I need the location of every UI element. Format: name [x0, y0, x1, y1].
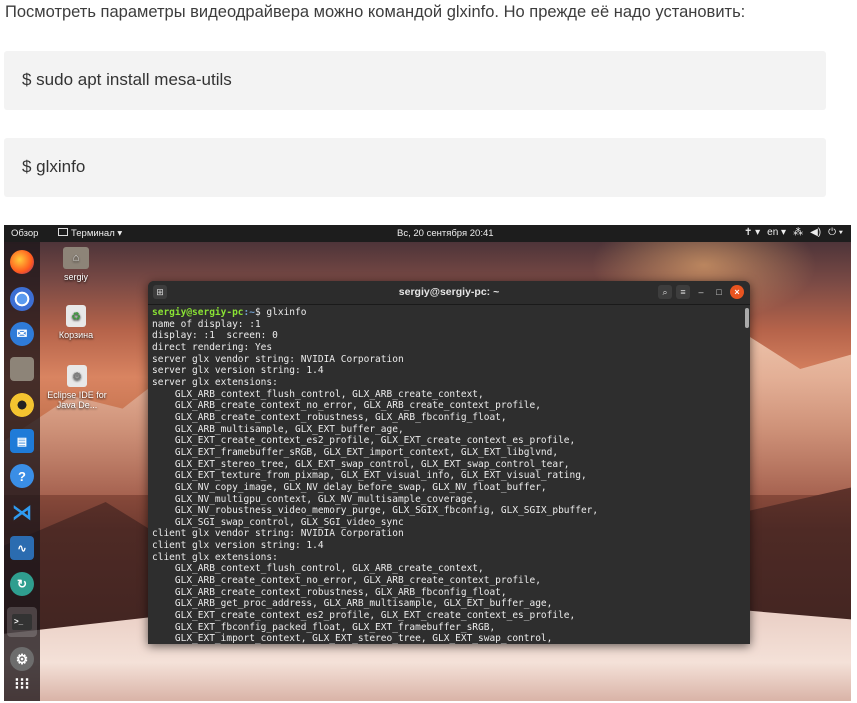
help-icon[interactable]: ?: [10, 464, 34, 488]
terminal-line: GLX_ARB_get_proc_address, GLX_ARB_multis…: [174, 598, 553, 610]
terminal-titlebar[interactable]: ⊞ sergiy@sergiy-pc: ~ ⌕ ≡ – □ ×: [148, 281, 750, 305]
search-icon[interactable]: ⌕: [658, 285, 672, 299]
system-tray: ✝ ▾ en ▾ ⁂ ◀) ⏻ ▾: [744, 227, 843, 238]
activities-button[interactable]: Обзор: [11, 228, 38, 239]
code-install-command: $ sudo apt install mesa-utils: [22, 70, 232, 89]
accessibility-icon[interactable]: ✝ ▾: [744, 227, 760, 238]
terminal-line: GLX_NV_robustness_video_memory_purge, GL…: [174, 505, 599, 517]
desktop-icon-trash[interactable]: ♻ Корзина: [46, 305, 106, 340]
desktop-icon-eclipse-label: Eclipse IDE for Java De...: [47, 390, 107, 410]
terminal-body[interactable]: sergiy@sergiy-pc:~$ glxinfo name of disp…: [148, 305, 744, 644]
firefox-icon[interactable]: [10, 250, 34, 274]
terminal-line: GLX_ARB_context_flush_control, GLX_ARB_c…: [174, 563, 484, 575]
terminal-line: GLX_EXT_texture_from_pixmap, GLX_EXT_vis…: [174, 470, 587, 482]
terminal-line: server glx vendor string: NVIDIA Corpora…: [152, 353, 404, 365]
terminal-line: client glx vendor string: NVIDIA Corpora…: [152, 528, 404, 540]
terminal-scrollbar[interactable]: [744, 305, 750, 644]
terminal-icon-glyph: >_: [12, 614, 32, 630]
terminal-line: GLX_ARB_multisample, GLX_EXT_buffer_age,: [174, 423, 404, 435]
top-panel: Обзор Терминал ▾ Вс, 20 сентября 20:41 ✝…: [4, 225, 851, 242]
libreoffice-writer-icon[interactable]: ▤: [10, 429, 34, 453]
clock[interactable]: Вс, 20 сентября 20:41: [397, 228, 494, 239]
desktop-icon-eclipse[interactable]: ⚙ Eclipse IDE for Java De...: [46, 365, 108, 410]
terminal-line: GLX_EXT_create_context_es2_profile, GLX_…: [174, 435, 576, 447]
dock: ✉ ▤ ? ⋊ ∿ ↻ >_ ⚙ ⁝⁝⁝: [4, 242, 40, 701]
files-icon[interactable]: [10, 357, 34, 381]
prompt-path: :~: [243, 307, 255, 318]
terminal-line: GLX_SGI_swap_control, GLX_SGI_video_sync: [174, 516, 404, 528]
close-icon[interactable]: ×: [730, 285, 744, 299]
volume-icon[interactable]: ◀): [810, 227, 821, 238]
terminal-line: GLX_ARB_create_context_no_error, GLX_ARB…: [174, 575, 541, 587]
prompt-user: sergiy@sergiy-pc: [152, 307, 244, 318]
terminal-line: display: :1 screen: 0: [152, 330, 278, 342]
thunderbird-icon[interactable]: ✉: [10, 322, 34, 346]
terminal-line: GLX_NV_multigpu_context, GLX_NV_multisam…: [174, 493, 479, 505]
terminal-line: GLX_NV_copy_image, GLX_NV_delay_before_s…: [174, 481, 547, 493]
terminal-icon[interactable]: >_: [7, 607, 37, 637]
rhythmbox-icon[interactable]: [10, 393, 34, 417]
desktop-icon-home[interactable]: ⌂ sergiy: [46, 247, 106, 282]
terminal-small-icon: [58, 228, 68, 236]
code-block-glxinfo: $ glxinfo: [4, 138, 826, 197]
terminal-line: direct rendering: Yes: [152, 341, 273, 353]
settings-icon[interactable]: ⚙: [10, 647, 34, 671]
app-menu-label: Терминал ▾: [71, 228, 123, 239]
keyboard-layout-indicator[interactable]: en ▾: [767, 227, 786, 238]
terminal-line: GLX_EXT_stereo_tree, GLX_EXT_swap_contro…: [174, 458, 570, 470]
terminal-line: GLX_EXT_create_context_es2_profile, GLX_…: [174, 610, 576, 622]
network-icon[interactable]: ⁂: [793, 227, 803, 238]
power-icon[interactable]: ⏻ ▾: [828, 227, 843, 238]
code-glxinfo-command: $ glxinfo: [22, 157, 86, 176]
terminal-line: client glx version string: 1.4: [152, 540, 324, 552]
prompt-command: $ glxinfo: [254, 307, 307, 318]
terminal-line: GLX_ARB_create_context_robustness, GLX_A…: [174, 411, 507, 423]
article-intro-text: Посмотреть параметры видеодрайвера можно…: [5, 3, 746, 21]
desktop-icon-home-label: sergiy: [63, 272, 88, 282]
window-controls: ⌕ ≡ – □ ×: [658, 285, 744, 299]
app-menu-button[interactable]: Терминал ▾: [58, 228, 122, 239]
menu-icon[interactable]: ≡: [676, 285, 690, 299]
terminal-output: sergiy@sergiy-pc:~$ glxinfo name of disp…: [148, 305, 744, 644]
terminal-line: GLX_EXT_fbconfig_packed_float, GLX_EXT_f…: [174, 621, 496, 633]
terminal-line: GLX_ARB_create_context_no_error, GLX_ARB…: [174, 400, 541, 412]
trash-icon: ♻: [66, 305, 86, 327]
chromium-icon[interactable]: [10, 287, 34, 311]
code-block-install: $ sudo apt install mesa-utils: [4, 51, 826, 110]
desktop-screenshot: Обзор Терминал ▾ Вс, 20 сентября 20:41 ✝…: [4, 225, 851, 701]
eclipse-icon: ⚙: [67, 365, 87, 387]
maximize-icon[interactable]: □: [712, 285, 726, 299]
desktop-icon-trash-label: Корзина: [58, 330, 94, 340]
terminal-lines: name of display: :1 display: :1 screen: …: [152, 319, 598, 644]
minimize-icon[interactable]: –: [694, 285, 708, 299]
system-monitor-icon[interactable]: ∿: [10, 536, 34, 560]
software-updater-icon[interactable]: ↻: [10, 572, 34, 596]
home-folder-icon: ⌂: [63, 247, 89, 269]
scrollbar-thumb[interactable]: [745, 308, 749, 328]
vscode-icon[interactable]: ⋊: [10, 500, 34, 524]
terminal-line: GLX_EXT_framebuffer_sRGB, GLX_EXT_import…: [174, 446, 559, 458]
terminal-line: client glx extensions:: [152, 551, 278, 563]
terminal-window: ⊞ sergiy@sergiy-pc: ~ ⌕ ≡ – □ × sergiy@s…: [148, 281, 750, 644]
terminal-line: server glx version string: 1.4: [152, 365, 324, 377]
terminal-line: GLX_ARB_create_context_robustness, GLX_A…: [174, 586, 507, 598]
terminal-line: name of display: :1: [152, 318, 261, 330]
terminal-line: server glx extensions:: [152, 376, 278, 388]
show-apps-icon[interactable]: ⁝⁝⁝: [10, 672, 34, 696]
terminal-line: GLX_EXT_import_context, GLX_EXT_stereo_t…: [152, 633, 553, 644]
terminal-line: GLX_ARB_context_flush_control, GLX_ARB_c…: [174, 388, 484, 400]
